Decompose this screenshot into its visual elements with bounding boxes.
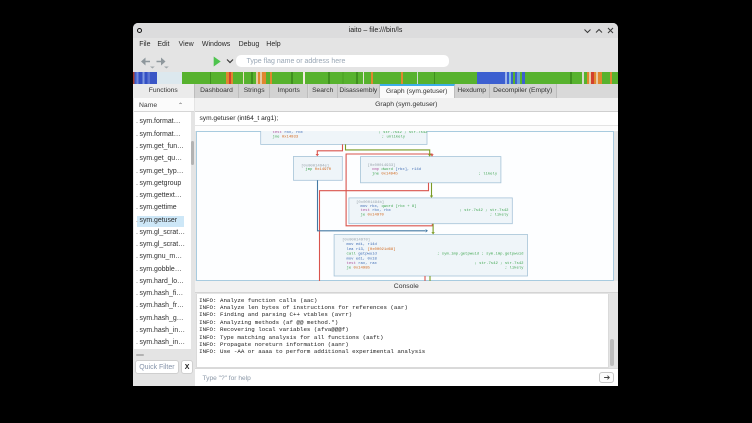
svg-text:mov edi, r14d: mov edi, r14d (346, 242, 376, 247)
svg-text:lea r13, [0x00021d68]: lea r13, [0x00021d68] (346, 247, 395, 252)
svg-text:[0x00014970]: [0x00014970] (342, 238, 370, 243)
svg-text:mov edi, 0x18: mov edi, 0x18 (346, 256, 377, 261)
svg-text:; str.7s42 ; str.7s42: ; str.7s42 ; str.7s42 (474, 262, 524, 266)
svg-text:jmp 0x14970: jmp 0x14970 (305, 167, 331, 172)
svg-text:; likely: ; likely (489, 212, 508, 217)
svg-text:; sym.imp.getpwuid ; sym.imp.g: ; sym.imp.getpwuid ; sym.imp.getpwuid (437, 252, 523, 257)
svg-text:; likely: ; likely (504, 266, 523, 271)
svg-text:; likely: ; likely (478, 171, 497, 176)
svg-text:je 0x1498b: je 0x1498b (346, 266, 370, 271)
svg-text:test rax, rax: test rax, rax (346, 262, 377, 266)
svg-text:call getpwuid: call getpwuid (346, 252, 376, 257)
svg-text:; unlikely: ; unlikely (381, 135, 405, 140)
svg-text:je 0x14970: je 0x14970 (360, 212, 384, 217)
svg-text:jne 0x1494b: jne 0x1494b (372, 171, 398, 176)
svg-text:jne 0x14933: jne 0x14933 (272, 135, 298, 140)
svg-text:[0x00014933]: [0x00014933] (367, 163, 395, 168)
svg-text:cmp dword [rbx], r14d: cmp dword [rbx], r14d (372, 167, 421, 172)
